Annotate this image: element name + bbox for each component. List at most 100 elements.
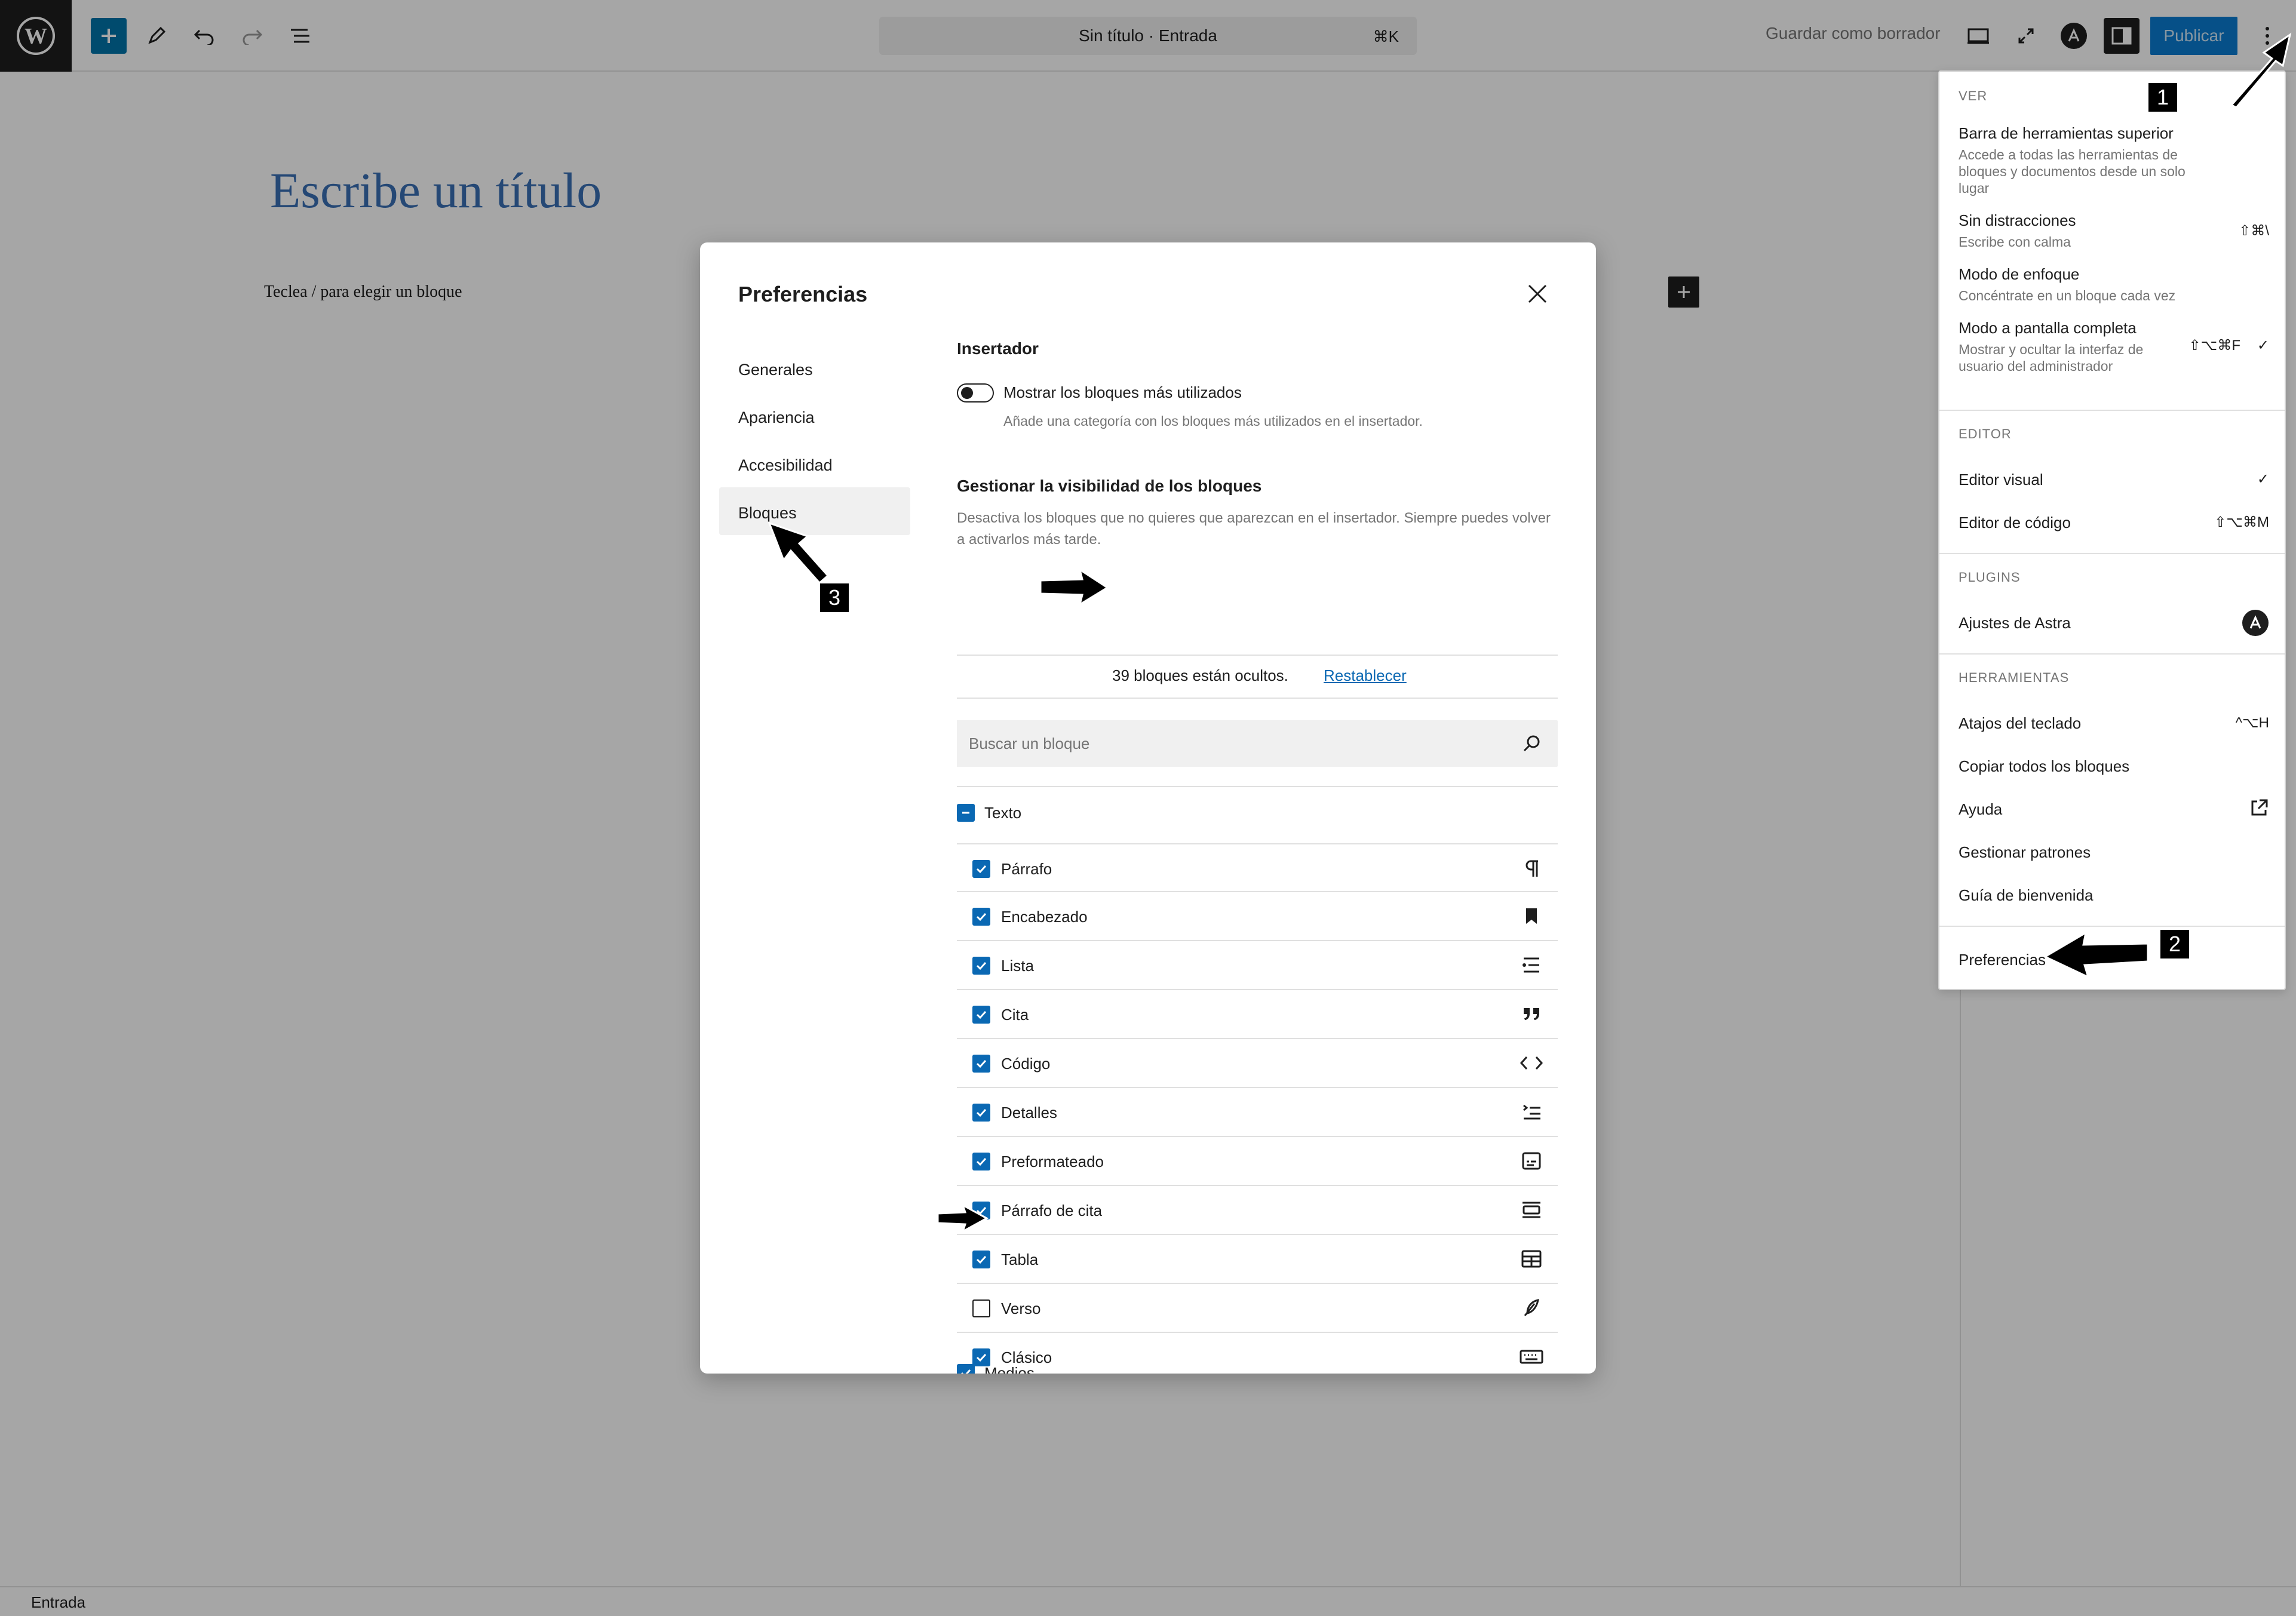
- menu-item-label: Ayuda: [1959, 800, 2003, 818]
- menu-item-shortcut: ⇧⌥⌘M: [2214, 514, 2269, 530]
- menu-item-label: Copiar todos los bloques: [1959, 757, 2130, 775]
- preformatted-icon: [1520, 1149, 1543, 1173]
- checkmark-icon: [976, 1059, 987, 1068]
- block-visibility-checkbox[interactable]: [972, 1006, 990, 1024]
- block-label: Preformateado: [1001, 1153, 1104, 1170]
- menu-item-copy-all-blocks[interactable]: Copiar todos los bloques: [1959, 757, 2269, 776]
- block-row: Lista: [957, 941, 1558, 990]
- block-label: Cita: [1001, 1006, 1029, 1024]
- toggle-label: Mostrar los bloques más utilizados: [1003, 383, 1242, 401]
- code-icon: [1520, 1051, 1543, 1075]
- menu-item-label: Modo de enfoque: [1959, 265, 2080, 283]
- tab-apariencia[interactable]: Apariencia: [719, 392, 910, 440]
- callout-arrow-1: [2230, 32, 2292, 109]
- block-label: Detalles: [1001, 1104, 1057, 1122]
- most-used-blocks-toggle[interactable]: [957, 383, 994, 403]
- callout-arrow-2: [2043, 931, 2149, 979]
- menu-item-visual-editor[interactable]: Editor visual ✓: [1959, 471, 2269, 489]
- menu-item-distraction-free[interactable]: Sin distracciones Escribe con calma ⇧⌘\: [1959, 211, 2269, 250]
- block-search-input[interactable]: [969, 720, 1506, 767]
- menu-section-plugins: PLUGINS: [1959, 570, 2021, 585]
- block-label: Párrafo de cita: [1001, 1202, 1103, 1219]
- menu-item-label: Barra de herramientas superior: [1959, 124, 2174, 142]
- paragraph-icon: [1520, 856, 1543, 880]
- block-search-field[interactable]: [957, 720, 1558, 767]
- hidden-blocks-notice: 39 bloques están ocultos. Restablecer: [957, 655, 1558, 699]
- block-label: Código: [1001, 1055, 1051, 1073]
- block-row: Párrafo: [957, 843, 1558, 892]
- visibility-help-text: Desactiva los bloques que no quieres que…: [957, 510, 1551, 548]
- tab-label: Apariencia: [738, 408, 815, 426]
- menu-item-shortcut: ⇧⌥⌘F: [2188, 337, 2240, 354]
- reset-hidden-blocks-link[interactable]: Restablecer: [1324, 666, 1407, 685]
- menu-item-keyboard-shortcuts[interactable]: Atajos del teclado ^⌥H: [1959, 714, 2269, 733]
- block-label: Tabla: [1001, 1251, 1039, 1268]
- keyboard-icon: [1520, 1345, 1543, 1369]
- block-row: Tabla: [957, 1235, 1558, 1284]
- menu-item-help[interactable]: Ayuda: [1959, 799, 2269, 819]
- astra-icon: [2242, 610, 2269, 636]
- checkmark-icon: [976, 865, 987, 874]
- hidden-count-text: 39 bloques están ocultos.: [1112, 666, 1288, 684]
- menu-item-fullscreen-mode[interactable]: Modo a pantalla completa Mostrar y ocult…: [1959, 319, 2269, 374]
- tab-accesibilidad[interactable]: Accesibilidad: [719, 440, 910, 487]
- block-visibility-checkbox[interactable]: [972, 908, 990, 926]
- callout-arrow-3: [768, 521, 830, 585]
- pullquote-icon: [1520, 1198, 1543, 1222]
- callout-badge-1: 1: [2147, 81, 2179, 113]
- category-checkbox-texto[interactable]: [957, 804, 975, 822]
- menu-item-code-editor[interactable]: Editor de código ⇧⌥⌘M: [1959, 514, 2269, 532]
- block-label: Verso: [1001, 1299, 1041, 1317]
- tab-generales[interactable]: Generales: [719, 344, 910, 392]
- block-row: Verso: [957, 1284, 1558, 1333]
- menu-divider: [1939, 653, 2285, 655]
- menu-item-label: Gestionar patrones: [1959, 843, 2091, 861]
- block-visibility-checkbox[interactable]: [972, 1299, 990, 1317]
- checkmark-icon: [976, 1157, 987, 1166]
- close-icon: [1528, 284, 1547, 303]
- block-row: Clásico: [957, 1333, 1558, 1374]
- section-title-visibility: Gestionar la visibilidad de los bloques: [957, 477, 1262, 495]
- menu-item-label: Preferencias: [1959, 951, 2046, 969]
- block-label: Párrafo: [1001, 860, 1052, 878]
- close-modal-button[interactable]: [1524, 281, 1551, 307]
- menu-item-top-toolbar[interactable]: Barra de herramientas superior Accede a …: [1959, 124, 2269, 196]
- block-visibility-checkbox[interactable]: [972, 860, 990, 878]
- menu-item-label: Atajos del teclado: [1959, 714, 2082, 732]
- menu-item-shortcut: ^⌥H: [2235, 715, 2269, 731]
- category-label: Texto: [984, 804, 1022, 822]
- menu-item-shortcut: ⇧⌘\: [2239, 223, 2269, 239]
- block-visibility-checkbox[interactable]: [972, 957, 990, 975]
- menu-item-welcome-guide[interactable]: Guía de bienvenida: [1959, 886, 2269, 905]
- block-row: Detalles: [957, 1088, 1558, 1137]
- callout-badge-2: 2: [2159, 928, 2191, 960]
- category-label: Medios: [984, 1364, 1035, 1374]
- block-visibility-checkbox[interactable]: [972, 1153, 990, 1170]
- block-row: Cita: [957, 990, 1558, 1039]
- checkmark-icon: [976, 1108, 987, 1117]
- search-icon: [1523, 735, 1540, 752]
- modal-title: Preferencias: [738, 282, 868, 306]
- category-checkbox-medios[interactable]: [957, 1364, 975, 1374]
- menu-section-editor: EDITOR: [1959, 426, 2012, 441]
- menu-item-label: Sin distracciones: [1959, 211, 2076, 229]
- minus-icon: [962, 812, 969, 814]
- block-row: Encabezado: [957, 892, 1558, 941]
- block-label: Lista: [1001, 957, 1034, 975]
- menu-item-description: Mostrar y ocultar la interfaz de usuario…: [1959, 342, 2144, 374]
- block-visibility-checkbox[interactable]: [972, 1055, 990, 1073]
- preferences-content: Insertador Mostrar los bloques más utili…: [957, 332, 1560, 1374]
- table-icon: [1520, 1247, 1543, 1271]
- menu-section-tools: HERRAMIENTAS: [1959, 670, 2070, 685]
- menu-item-manage-patterns[interactable]: Gestionar patrones: [1959, 843, 2269, 862]
- tab-label: Generales: [738, 361, 813, 379]
- menu-item-astra-settings[interactable]: Ajustes de Astra: [1959, 610, 2269, 636]
- checkmark-icon: [961, 1369, 971, 1374]
- block-visibility-checkbox[interactable]: [972, 1251, 990, 1268]
- checkmark-icon: ✓: [2257, 471, 2269, 487]
- block-visibility-checkbox[interactable]: [972, 1104, 990, 1122]
- block-row: Párrafo de cita: [957, 1186, 1558, 1235]
- menu-item-spotlight-mode[interactable]: Modo de enfoque Concéntrate en un bloque…: [1959, 265, 2269, 304]
- menu-item-label: Modo a pantalla completa: [1959, 319, 2137, 337]
- menu-item-label: Ajustes de Astra: [1959, 614, 2071, 632]
